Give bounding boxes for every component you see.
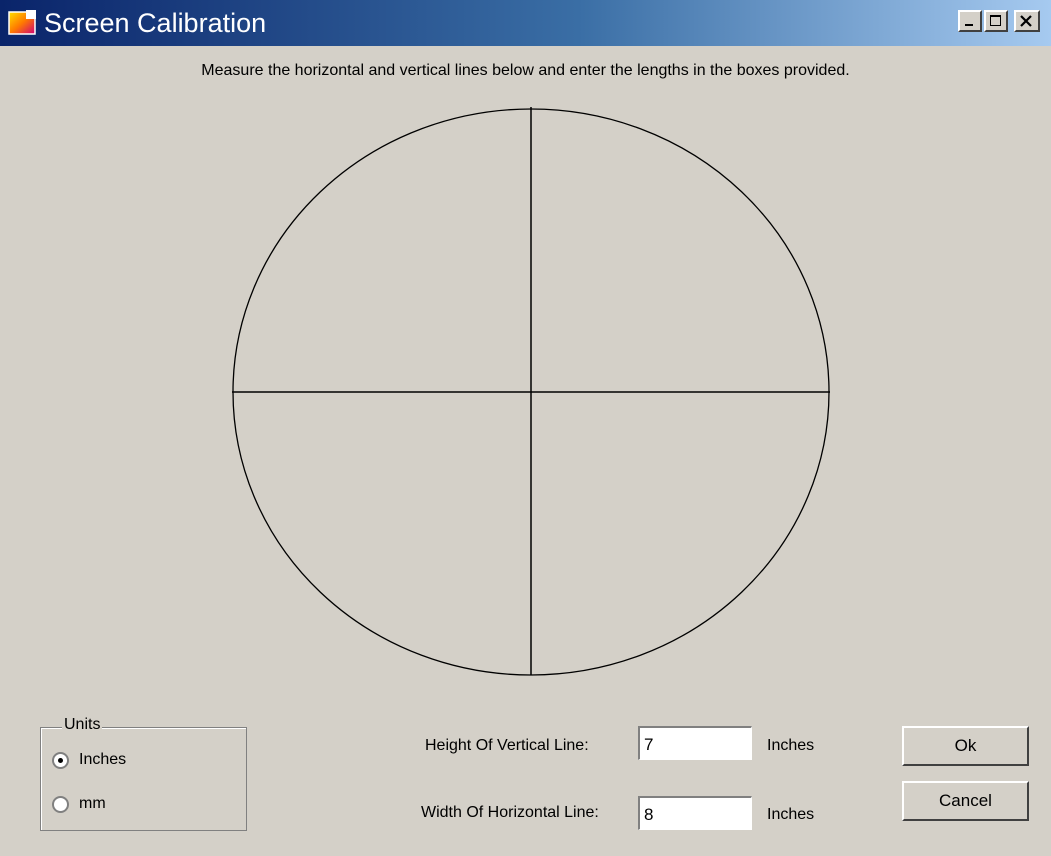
height-field-label: Height Of Vertical Line: xyxy=(425,737,589,754)
cancel-button[interactable]: Cancel xyxy=(902,781,1029,821)
mm-radio-label: mm xyxy=(79,795,106,812)
inches-radio-label: Inches xyxy=(79,751,127,768)
width-field-label: Width Of Horizontal Line: xyxy=(421,804,599,821)
width-unit-label: Inches xyxy=(767,806,815,823)
height-input[interactable] xyxy=(638,726,752,760)
height-unit-label: Inches xyxy=(767,737,815,754)
ok-button[interactable]: Ok xyxy=(902,726,1029,766)
radio-selected-dot xyxy=(58,757,63,763)
units-option-mm[interactable]: mm xyxy=(52,793,106,815)
width-input[interactable] xyxy=(638,796,752,830)
units-option-inches[interactable]: Inches xyxy=(52,749,126,771)
mm-radio[interactable] xyxy=(52,795,69,813)
inches-radio[interactable] xyxy=(52,751,69,769)
units-groupbox xyxy=(40,727,247,831)
screen-calibration-window: Screen Calibration Measure the horizonta… xyxy=(0,0,1051,856)
units-legend: Units xyxy=(62,716,103,734)
